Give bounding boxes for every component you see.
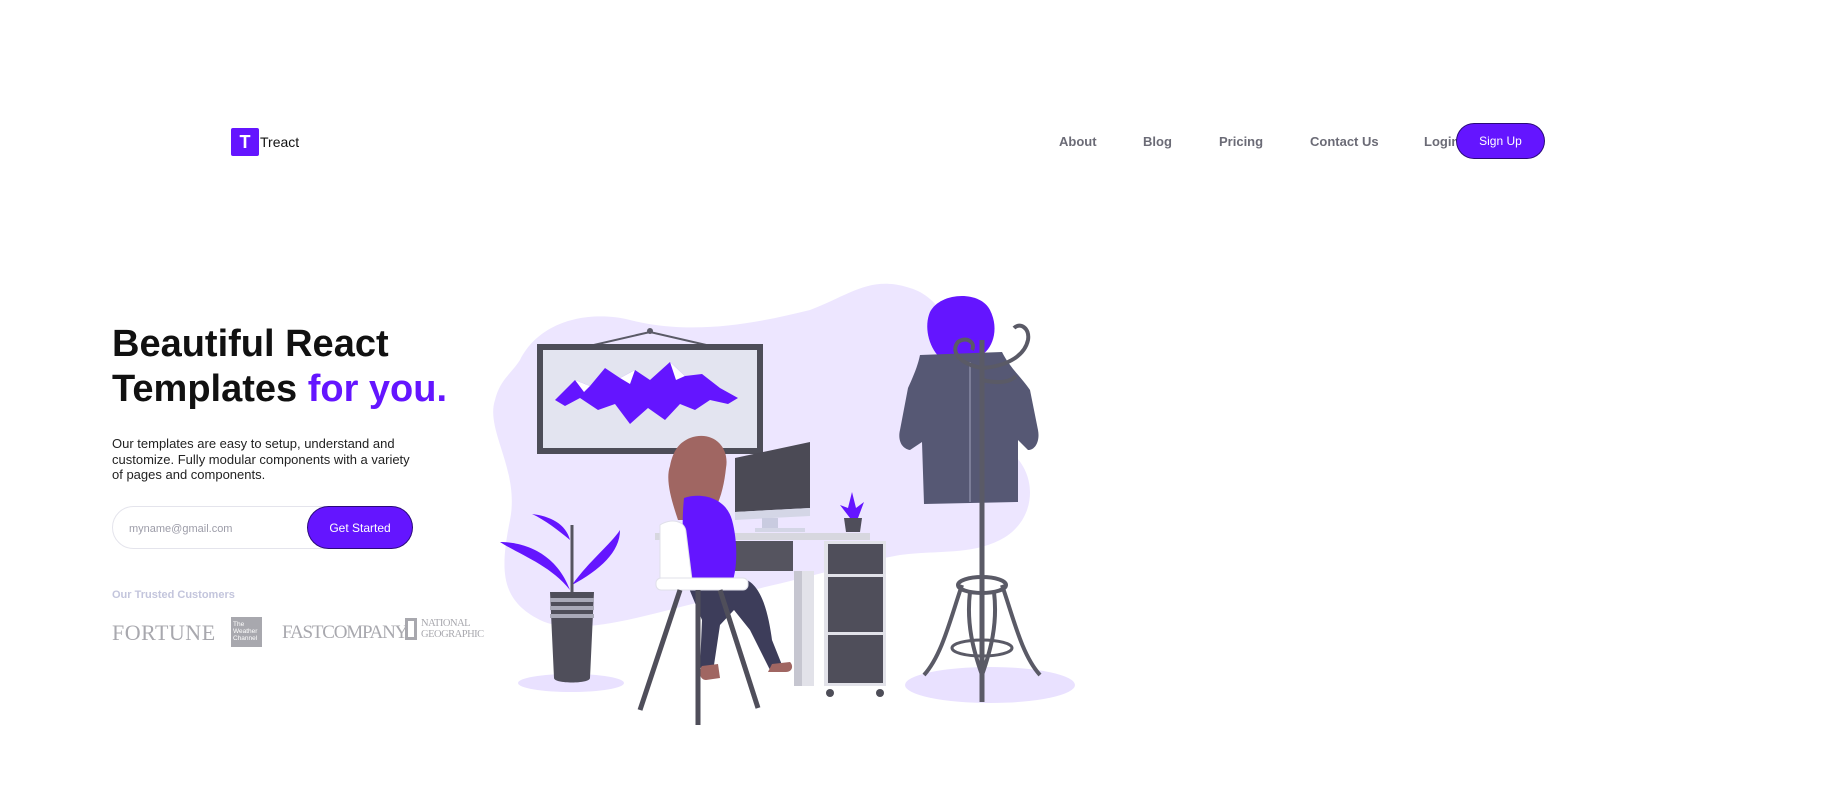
natgeo-line: GEOGRAPHIC <box>421 629 484 640</box>
fortune-logo: FORTUNE <box>112 620 216 645</box>
weather-channel-logo: The Weather Channel <box>231 617 262 647</box>
woman-legs <box>688 578 782 670</box>
sign-up-button[interactable]: Sign Up <box>1457 124 1544 158</box>
keyboard <box>755 528 805 532</box>
email-input[interactable] <box>127 518 301 540</box>
hero-title-line1: Beautiful React <box>112 323 389 365</box>
plant-pot-stripe <box>550 606 594 610</box>
nav-link-blog[interactable]: Blog <box>1143 134 1172 149</box>
logo-mark-icon: T <box>231 128 259 156</box>
national-geographic-logo: NATIONAL GEOGRAPHIC <box>405 618 484 640</box>
cabinet-drawer <box>828 544 883 574</box>
nav-link-contact[interactable]: Contact Us <box>1310 134 1379 149</box>
hero-title: Beautiful React Templates for you. <box>112 322 447 412</box>
cabinet-drawer <box>828 635 883 683</box>
cabinet-drawer <box>828 577 883 632</box>
painting-nail <box>647 328 653 334</box>
hero-description: Our templates are easy to setup, underst… <box>112 436 410 482</box>
plant-pot <box>550 592 594 683</box>
hero-title-accent: for you. <box>307 368 448 410</box>
trusted-customers-label: Our Trusted Customers <box>112 589 235 601</box>
cabinet-wheel <box>826 689 834 697</box>
plant-pot-stripe <box>550 614 594 618</box>
monitor-stand <box>762 518 778 528</box>
get-started-button[interactable]: Get Started <box>308 507 412 548</box>
hero-illustration <box>493 283 1075 725</box>
plant-pot-stripe <box>550 598 594 602</box>
nav-link-about[interactable]: About <box>1059 134 1097 149</box>
weather-logo-line: The <box>233 621 245 628</box>
chair-seat <box>655 577 749 591</box>
natgeo-line: NATIONAL <box>421 618 471 629</box>
hero-title-line2: Templates <box>112 368 298 410</box>
coatrack-shadow <box>905 667 1075 703</box>
weather-logo-line: Weather <box>233 628 258 635</box>
nav-link-pricing[interactable]: Pricing <box>1219 134 1263 149</box>
fast-company-logo: FASTCOMPANY <box>282 622 408 643</box>
nav-link-login[interactable]: Login <box>1424 134 1459 149</box>
desk-plant-pot <box>844 518 862 532</box>
brand-logo[interactable]: T Treact <box>231 128 299 156</box>
brand-name: Treact <box>260 134 300 150</box>
woman-shoe <box>699 664 720 680</box>
cabinet-wheel <box>876 689 884 697</box>
desk-leg <box>802 571 814 686</box>
natgeo-frame-icon <box>405 618 417 640</box>
natgeo-wordmark: NATIONAL GEOGRAPHIC <box>421 618 484 640</box>
weather-logo-line: Channel <box>233 635 258 642</box>
desk-leg-side <box>794 571 802 686</box>
